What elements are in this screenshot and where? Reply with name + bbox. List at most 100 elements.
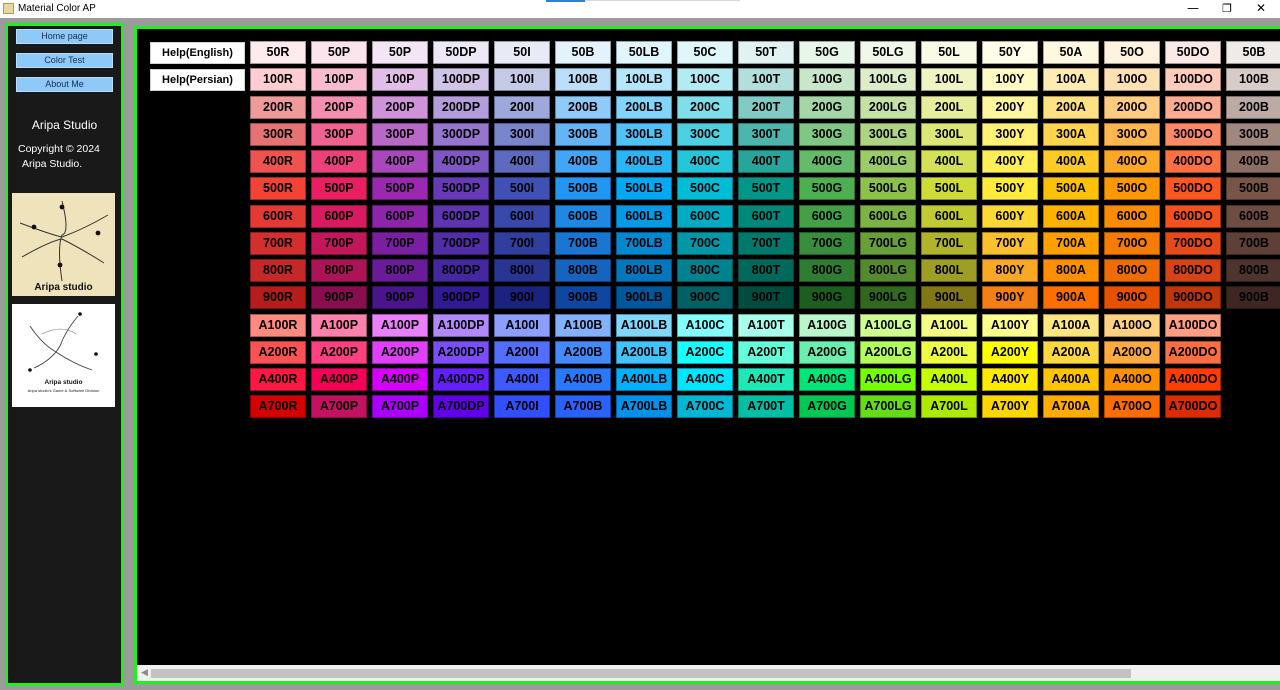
- swatch-A400P-col2[interactable]: A400P: [372, 368, 428, 391]
- swatch-400C-col7[interactable]: 400C: [677, 150, 733, 173]
- swatch-300B-col5[interactable]: 300B: [555, 123, 611, 146]
- swatch-300C-col7[interactable]: 300C: [677, 123, 733, 146]
- swatch-500LG-col10[interactable]: 500LG: [860, 177, 916, 200]
- swatch-A100R-col0[interactable]: A100R: [250, 314, 306, 337]
- horizontal-scrollbar[interactable]: ◀: [137, 665, 1280, 681]
- swatch-A200C-col7[interactable]: A200C: [677, 341, 733, 364]
- swatch-600B-col5[interactable]: 600B: [555, 205, 611, 228]
- swatch-300R-col0[interactable]: 300R: [250, 123, 306, 146]
- swatch-300DO-col15[interactable]: 300DO: [1165, 123, 1221, 146]
- swatch-400I-col4[interactable]: 400I: [494, 150, 550, 173]
- swatch-400P-col1[interactable]: 400P: [311, 150, 367, 173]
- swatch-100LG-col10[interactable]: 100LG: [860, 68, 916, 91]
- swatch-500A-col13[interactable]: 500A: [1043, 177, 1099, 200]
- close-button[interactable]: ✕: [1244, 0, 1278, 18]
- swatch-100L-col11[interactable]: 100L: [921, 68, 977, 91]
- swatch-300O-col14[interactable]: 300O: [1104, 123, 1160, 146]
- swatch-A700A-col13[interactable]: A700A: [1043, 395, 1099, 418]
- swatch-700DP-col3[interactable]: 700DP: [433, 232, 489, 255]
- swatch-400B-col5[interactable]: 400B: [555, 150, 611, 173]
- swatch-A100DO-col15[interactable]: A100DO: [1165, 314, 1221, 337]
- swatch-900B-col5[interactable]: 900B: [555, 286, 611, 309]
- swatch-A100T-col8[interactable]: A100T: [738, 314, 794, 337]
- swatch-400A-col13[interactable]: 400A: [1043, 150, 1099, 173]
- swatch-100B-col5[interactable]: 100B: [555, 68, 611, 91]
- swatch-A100LB-col6[interactable]: A100LB: [616, 314, 672, 337]
- swatch-400Y-col12[interactable]: 400Y: [982, 150, 1038, 173]
- color-test-button[interactable]: Color Test: [16, 53, 113, 68]
- swatch-50Y-col12[interactable]: 50Y: [982, 41, 1038, 64]
- swatch-A200LG-col10[interactable]: A200LG: [860, 341, 916, 364]
- swatch-500R-col0[interactable]: 500R: [250, 177, 306, 200]
- swatch-A200A-col13[interactable]: A200A: [1043, 341, 1099, 364]
- swatch-100I-col4[interactable]: 100I: [494, 68, 550, 91]
- swatch-700I-col4[interactable]: 700I: [494, 232, 550, 255]
- swatch-A200Y-col12[interactable]: A200Y: [982, 341, 1038, 364]
- swatch-A200DO-col15[interactable]: A200DO: [1165, 341, 1221, 364]
- swatch-800G-col9[interactable]: 800G: [799, 259, 855, 282]
- swatch-A700LB-col6[interactable]: A700LB: [616, 395, 672, 418]
- swatch-700R-col0[interactable]: 700R: [250, 232, 306, 255]
- maximize-button[interactable]: ❐: [1210, 0, 1244, 18]
- swatch-200L-col11[interactable]: 200L: [921, 96, 977, 119]
- swatch-600LB-col6[interactable]: 600LB: [616, 205, 672, 228]
- swatch-A700LG-col10[interactable]: A700LG: [860, 395, 916, 418]
- swatch-50DO-col15[interactable]: 50DO: [1165, 41, 1221, 64]
- swatch-600B-col16[interactable]: 600B: [1226, 205, 1280, 228]
- swatch-600C-col7[interactable]: 600C: [677, 205, 733, 228]
- swatch-A400A-col13[interactable]: A400A: [1043, 368, 1099, 391]
- swatch-A100P-col1[interactable]: A100P: [311, 314, 367, 337]
- swatch-600LG-col10[interactable]: 600LG: [860, 205, 916, 228]
- swatch-200A-col13[interactable]: 200A: [1043, 96, 1099, 119]
- swatch-700T-col8[interactable]: 700T: [738, 232, 794, 255]
- swatch-200I-col4[interactable]: 200I: [494, 96, 550, 119]
- swatch-200P-col1[interactable]: 200P: [311, 96, 367, 119]
- swatch-A700R-col0[interactable]: A700R: [250, 395, 306, 418]
- swatch-A200B-col5[interactable]: A200B: [555, 341, 611, 364]
- swatch-100A-col13[interactable]: 100A: [1043, 68, 1099, 91]
- swatch-200C-col7[interactable]: 200C: [677, 96, 733, 119]
- swatch-A700T-col8[interactable]: A700T: [738, 395, 794, 418]
- swatch-800O-col14[interactable]: 800O: [1104, 259, 1160, 282]
- swatch-900T-col8[interactable]: 900T: [738, 286, 794, 309]
- swatch-800P-col1[interactable]: 800P: [311, 259, 367, 282]
- swatch-A100I-col4[interactable]: A100I: [494, 314, 550, 337]
- swatch-A400R-col0[interactable]: A400R: [250, 368, 306, 391]
- swatch-300LB-col6[interactable]: 300LB: [616, 123, 672, 146]
- swatch-A100C-col7[interactable]: A100C: [677, 314, 733, 337]
- swatch-50LG-col10[interactable]: 50LG: [860, 41, 916, 64]
- swatch-600DO-col15[interactable]: 600DO: [1165, 205, 1221, 228]
- swatch-A700G-col9[interactable]: A700G: [799, 395, 855, 418]
- swatch-600T-col8[interactable]: 600T: [738, 205, 794, 228]
- swatch-A400Y-col12[interactable]: A400Y: [982, 368, 1038, 391]
- swatch-900B-col16[interactable]: 900B: [1226, 286, 1280, 309]
- swatch-800C-col7[interactable]: 800C: [677, 259, 733, 282]
- swatch-200DP-col3[interactable]: 200DP: [433, 96, 489, 119]
- swatch-50L-col11[interactable]: 50L: [921, 41, 977, 64]
- swatch-500P-col2[interactable]: 500P: [372, 177, 428, 200]
- swatch-500B-col5[interactable]: 500B: [555, 177, 611, 200]
- swatch-50G-col9[interactable]: 50G: [799, 41, 855, 64]
- swatch-A200R-col0[interactable]: A200R: [250, 341, 306, 364]
- swatch-200B-col16[interactable]: 200B: [1226, 96, 1280, 119]
- swatch-700O-col14[interactable]: 700O: [1104, 232, 1160, 255]
- swatch-A400O-col14[interactable]: A400O: [1104, 368, 1160, 391]
- swatch-600P-col1[interactable]: 600P: [311, 205, 367, 228]
- swatch-200Y-col12[interactable]: 200Y: [982, 96, 1038, 119]
- swatch-A400DP-col3[interactable]: A400DP: [433, 368, 489, 391]
- swatch-50T-col8[interactable]: 50T: [738, 41, 794, 64]
- swatch-200T-col8[interactable]: 200T: [738, 96, 794, 119]
- swatch-100P-col1[interactable]: 100P: [311, 68, 367, 91]
- swatch-50I-col4[interactable]: 50I: [494, 41, 550, 64]
- swatch-400R-col0[interactable]: 400R: [250, 150, 306, 173]
- swatch-A700O-col14[interactable]: A700O: [1104, 395, 1160, 418]
- swatch-50O-col14[interactable]: 50O: [1104, 41, 1160, 64]
- swatch-700P-col1[interactable]: 700P: [311, 232, 367, 255]
- swatch-A700Y-col12[interactable]: A700Y: [982, 395, 1038, 418]
- swatch-900I-col4[interactable]: 900I: [494, 286, 550, 309]
- swatch-500P-col1[interactable]: 500P: [311, 177, 367, 200]
- swatch-200B-col5[interactable]: 200B: [555, 96, 611, 119]
- swatch-900LG-col10[interactable]: 900LG: [860, 286, 916, 309]
- swatch-A200LB-col6[interactable]: A200LB: [616, 341, 672, 364]
- swatch-50P-col1[interactable]: 50P: [311, 41, 367, 64]
